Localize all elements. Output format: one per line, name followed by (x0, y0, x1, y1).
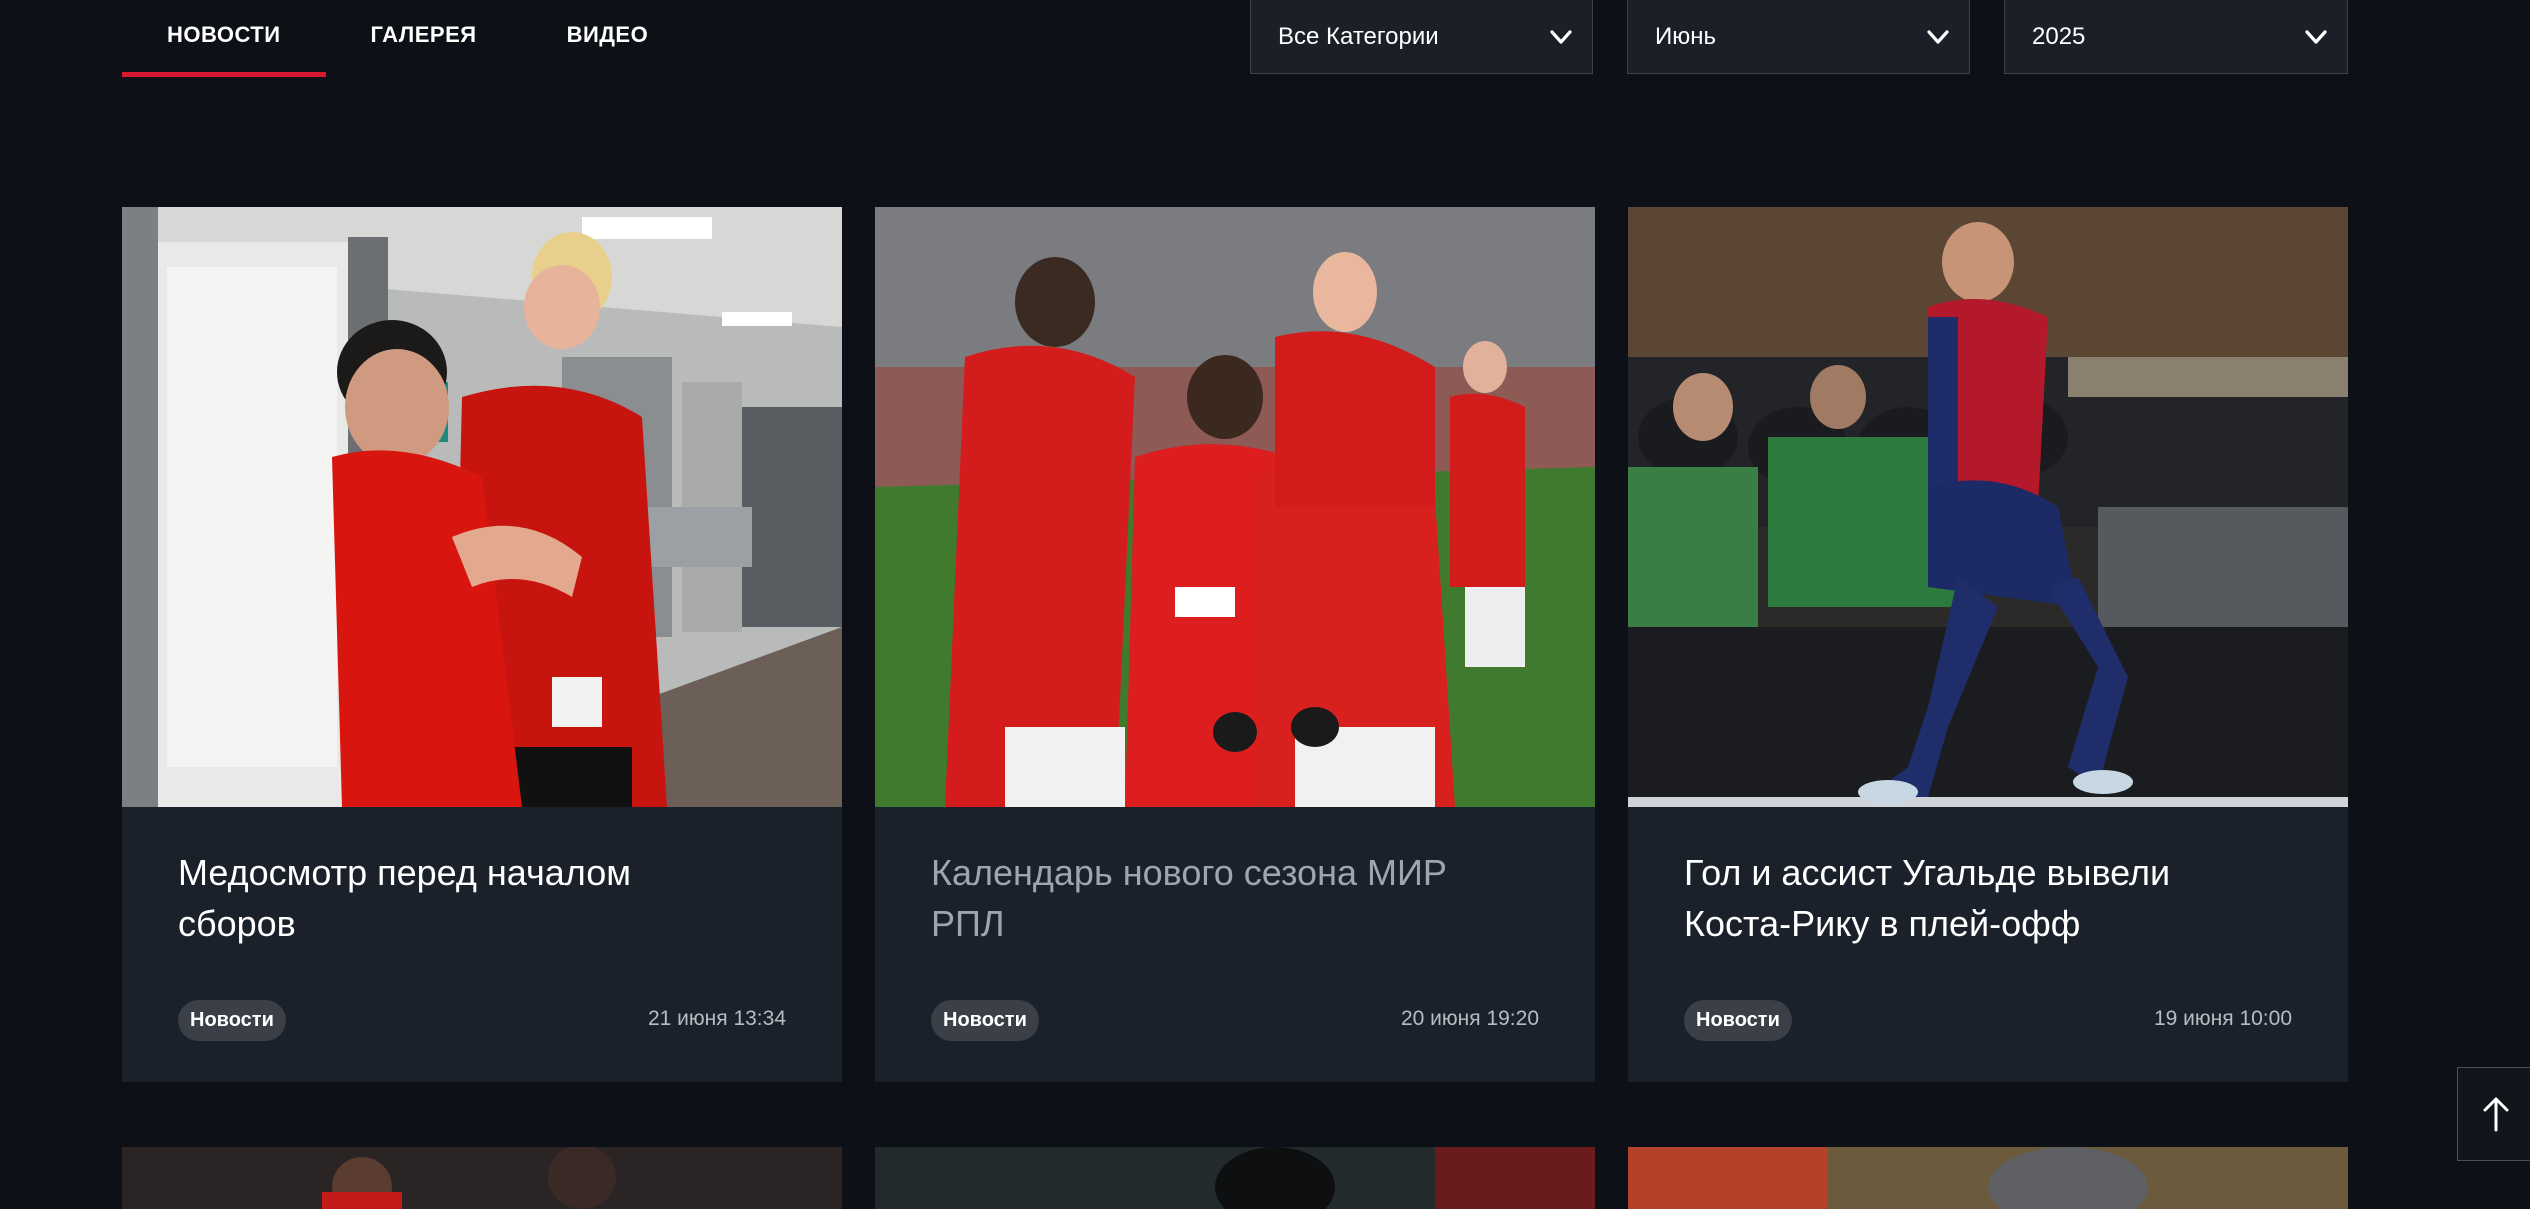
tab-news[interactable]: НОВОСТИ (122, 0, 326, 78)
news-card-image[interactable] (122, 1147, 842, 1209)
news-card-date: 21 июня 13:34 (647, 1007, 786, 1030)
month-select[interactable]: Июнь (1627, 0, 1970, 74)
news-card-image (122, 207, 842, 807)
category-select-value: Все Категории (1278, 22, 1439, 50)
month-select-value: Июнь (1655, 22, 1717, 50)
year-select-value: 2025 (2032, 22, 2086, 50)
category-select[interactable]: Все Категории (1250, 0, 1593, 74)
chevron-down-icon (2305, 29, 2327, 44)
tab-video[interactable]: ВИДЕО (522, 0, 694, 78)
section-tabs: НОВОСТИ ГАЛЕРЕЯ ВИДЕО (122, 0, 693, 78)
news-card-title[interactable]: Медосмотр перед началом сборов (178, 847, 752, 949)
category-badge: Новости (1684, 1000, 1792, 1041)
news-card[interactable]: Медосмотр перед началом сборов Новости 2… (122, 207, 842, 1082)
tab-gallery[interactable]: ГАЛЕРЕЯ (326, 0, 522, 78)
news-card-image (875, 207, 1595, 807)
category-badge: Новости (931, 1000, 1039, 1041)
news-card-image[interactable] (1628, 1147, 2348, 1209)
arrow-up-icon (2483, 1097, 2509, 1132)
news-card[interactable]: Календарь нового сезона МИР РПЛ Новости … (875, 207, 1595, 1082)
scroll-to-top-button[interactable] (2457, 1067, 2530, 1161)
news-card-image (1628, 207, 2348, 807)
news-card-image[interactable] (875, 1147, 1595, 1209)
chevron-down-icon (1550, 29, 1572, 44)
category-badge: Новости (178, 1000, 286, 1041)
chevron-down-icon (1927, 29, 1949, 44)
news-card[interactable]: Гол и ассист Угальде вывели Коста-Рику в… (1628, 207, 2348, 1082)
news-card-title[interactable]: Календарь нового сезона МИР РПЛ (931, 847, 1505, 949)
news-card-date: 20 июня 19:20 (1400, 1007, 1539, 1030)
year-select[interactable]: 2025 (2004, 0, 2348, 74)
news-card-title[interactable]: Гол и ассист Угальде вывели Коста-Рику в… (1684, 847, 2258, 949)
news-card-date: 19 июня 10:00 (2153, 1007, 2292, 1030)
